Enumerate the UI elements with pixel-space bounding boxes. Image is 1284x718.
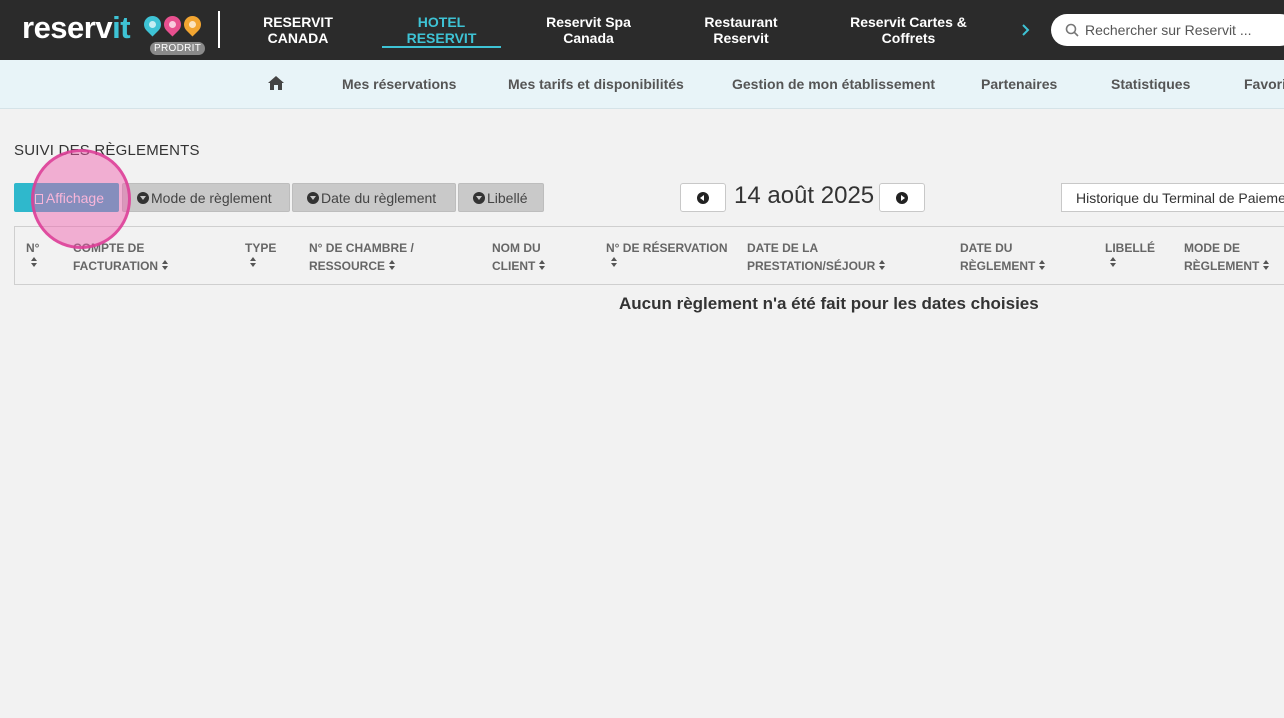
column-header-reservation[interactable]: N° DE RÉSERVATION (606, 239, 727, 268)
sort-icon (250, 257, 257, 268)
environment-badge: PRODRIT (150, 42, 206, 55)
secondary-nav: Mes réservations Mes tarifs et disponibi… (0, 60, 1284, 109)
home-icon[interactable] (267, 75, 285, 91)
subnav-gestion-etablissement[interactable]: Gestion de mon établissement (732, 60, 935, 108)
sort-icon (1110, 257, 1117, 268)
topnav-hotel-reservit[interactable]: HOTEL RESERVIT (382, 0, 501, 60)
column-header-chambre-ressource[interactable]: N° DE CHAMBRE / RESSOURCE (309, 239, 414, 275)
tab-libelle[interactable]: Libellé (458, 183, 544, 212)
sort-icon (879, 260, 886, 271)
bed-pin-icon (140, 12, 165, 37)
restaurant-pin-icon (180, 12, 205, 37)
search-icon (1065, 23, 1079, 37)
column-header-compte-facturation[interactable]: COMPTE DE FACTURATION (73, 239, 169, 275)
subnav-tarifs-disponibilites[interactable]: Mes tarifs et disponibilités (508, 60, 684, 108)
current-date: 14 août 2025 (734, 182, 875, 209)
top-bar: reservit PRODRIT RESERVIT CANADA HOTEL R… (0, 0, 1284, 60)
sort-icon (1263, 260, 1270, 271)
search-input[interactable] (1085, 22, 1284, 38)
payments-table: N° COMPTE DE FACTURATION TYPE N° DE CHAM… (14, 226, 1284, 285)
reservit-logo[interactable]: reservit PRODRIT (22, 10, 212, 58)
column-header-nom-client[interactable]: NOM DU CLIENT (492, 239, 546, 275)
column-header-mode-reglement[interactable]: MODE DE RÈGLEMENT (1184, 239, 1270, 275)
arrow-right-icon (896, 191, 908, 204)
caret-down-icon (137, 191, 149, 204)
sort-icon (389, 260, 396, 271)
tab-affichage[interactable]: Affichage (14, 183, 119, 212)
history-select[interactable]: Historique du Terminal de Paiement (1061, 183, 1284, 212)
column-header-libelle[interactable]: LIBELLÉ (1105, 239, 1155, 268)
topnav-reservit-spa[interactable]: Reservit Spa Canada (536, 0, 641, 60)
topnav-cartes-coffrets[interactable]: Reservit Cartes & Coffrets (842, 0, 975, 60)
sort-icon (611, 257, 618, 268)
previous-date-button[interactable] (680, 183, 726, 212)
sort-icon (162, 260, 169, 271)
search-box[interactable] (1051, 14, 1284, 46)
caret-down-icon (307, 191, 319, 204)
sort-icon (31, 257, 38, 268)
sort-icon (1039, 260, 1046, 271)
subnav-favoris[interactable]: Favoris (1244, 60, 1284, 108)
spa-pin-icon (160, 12, 185, 37)
sort-icon (539, 260, 546, 271)
page-title: SUIVI DES RÈGLEMENTS (14, 142, 200, 159)
logo-wordmark: reservit (22, 10, 131, 45)
topnav-restaurant[interactable]: Restaurant Reservit (692, 0, 790, 60)
subnav-mes-reservations[interactable]: Mes réservations (342, 60, 456, 108)
trash-icon (35, 193, 43, 204)
subnav-partenaires[interactable]: Partenaires (981, 60, 1057, 108)
subnav-statistiques[interactable]: Statistiques (1111, 60, 1190, 108)
tab-mode-de-reglement[interactable]: Mode de règlement (122, 183, 290, 212)
column-header-date-prestation[interactable]: DATE DE LA PRESTATION/SÉJOUR (747, 239, 886, 275)
empty-table-message: Aucun règlement n'a été fait pour les da… (619, 294, 1039, 313)
caret-down-icon (473, 191, 485, 204)
next-date-button[interactable] (879, 183, 925, 212)
arrow-left-icon (697, 191, 709, 204)
column-header-date-reglement[interactable]: DATE DU RÈGLEMENT (960, 239, 1046, 275)
tab-date-du-reglement[interactable]: Date du règlement (292, 183, 456, 212)
column-header-type[interactable]: TYPE (245, 239, 276, 268)
topnav-reservit-canada[interactable]: RESERVIT CANADA (246, 0, 350, 60)
logo-divider (218, 11, 220, 48)
column-header-numero[interactable]: N° (26, 239, 39, 268)
chevron-right-icon[interactable] (1018, 20, 1034, 40)
